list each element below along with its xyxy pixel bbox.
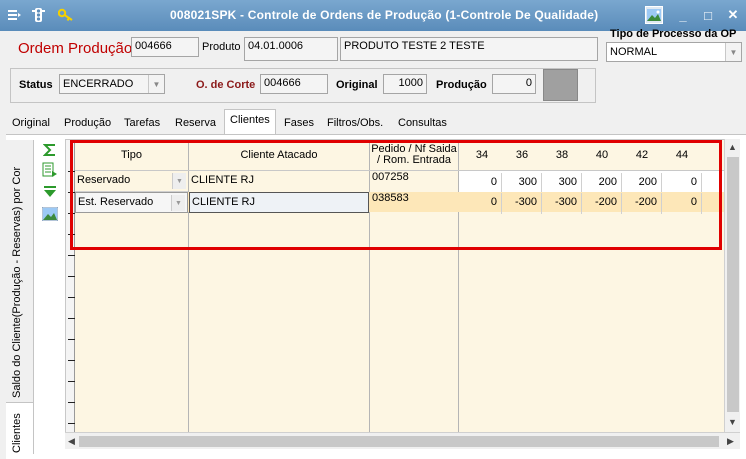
chevron-down-icon[interactable]: ▼ <box>148 75 164 93</box>
cell-pedido[interactable]: 038583 <box>370 192 458 213</box>
tab-filtros-obs[interactable]: Filtros/Obs. <box>321 112 389 134</box>
producao-field[interactable]: 0 <box>492 74 536 94</box>
scroll-up-icon[interactable]: ▲ <box>728 142 737 152</box>
cell-size-34[interactable]: 0 <box>459 173 502 194</box>
picture-icon[interactable] <box>42 206 58 222</box>
maximize-button[interactable]: □ <box>697 5 719 25</box>
cell-size-40[interactable]: -200 <box>582 193 622 214</box>
window-title: 008021SPK - Controle de Ordens de Produç… <box>170 8 599 22</box>
tipo-processo-select[interactable]: NORMAL ▼ <box>606 42 742 62</box>
tab-fases[interactable]: Fases <box>278 112 320 134</box>
picture-icon[interactable] <box>645 6 663 24</box>
produto-description-field[interactable]: PRODUTO TESTE 2 TESTE <box>340 37 598 61</box>
close-button[interactable]: ✕ <box>722 5 744 25</box>
minimize-button[interactable]: _ <box>672 5 694 25</box>
row-indicator-column <box>66 140 75 448</box>
col-header-pedido[interactable]: Pedido / Nf Saida / Rom. Entrada <box>370 140 458 170</box>
produto-code-field[interactable]: 04.01.0006 <box>244 37 338 61</box>
status-select[interactable]: ENCERRADO ▼ <box>59 74 165 94</box>
clientes-grid[interactable]: Tipo Cliente Atacado Pedido / Nf Saida /… <box>65 139 725 449</box>
traffic-light-icon[interactable] <box>30 7 46 23</box>
corte-label: O. de Corte <box>196 79 256 91</box>
scroll-thumb[interactable] <box>79 436 719 447</box>
cell-cliente[interactable]: CLIENTE RJ <box>189 171 369 192</box>
producao-label: Produção <box>436 79 487 91</box>
cell-tipo[interactable]: Est. Reservado ▼ <box>75 192 188 213</box>
table-row[interactable]: Est. Reservado ▼ CLIENTE RJ 038583 0 -30… <box>75 192 724 214</box>
color-swatch[interactable] <box>543 69 578 101</box>
vtab-clientes-label: Clientes <box>11 413 23 453</box>
sum-icon[interactable] <box>42 142 58 158</box>
tab-consultas[interactable]: Consultas <box>392 112 453 134</box>
cell-size-40[interactable]: 200 <box>582 173 622 194</box>
cell-size-42[interactable]: 200 <box>622 173 662 194</box>
cell-size-42[interactable]: -200 <box>622 193 662 214</box>
vtab-saldo-label: Saldo do Cliente(Produção - Reservas) po… <box>11 166 23 398</box>
col-header-size-40[interactable]: 40 <box>582 140 622 170</box>
cell-size-36[interactable]: -300 <box>502 193 542 214</box>
original-field[interactable]: 1000 <box>383 74 427 94</box>
cell-size-34[interactable]: 0 <box>459 193 502 214</box>
original-label: Original <box>336 79 378 91</box>
tab-reserva[interactable]: Reserva <box>169 112 222 134</box>
scroll-thumb[interactable] <box>727 157 739 412</box>
key-icon[interactable] <box>58 7 74 23</box>
horizontal-scrollbar[interactable]: ◀ ▶ <box>65 432 740 449</box>
status-label: Status <box>19 79 53 91</box>
tipo-processo-label: Tipo de Processo da OP <box>610 28 737 40</box>
col-header-pedido-line2: / Rom. Entrada <box>377 154 451 166</box>
cell-pedido[interactable]: 007258 <box>370 171 458 192</box>
scroll-left-icon[interactable]: ◀ <box>68 436 75 447</box>
ordem-producao-field[interactable]: 004666 <box>131 37 199 57</box>
menu-icon[interactable] <box>6 7 22 23</box>
corte-field[interactable]: 004666 <box>260 74 328 94</box>
cell-size-36[interactable]: 300 <box>502 173 542 194</box>
table-row[interactable]: Reservado ▼ CLIENTE RJ 007258 0 300 300 … <box>75 171 724 194</box>
cell-size-44[interactable]: 0 <box>662 173 702 194</box>
ordem-producao-label: Ordem Produção <box>18 40 133 57</box>
vtab-clientes[interactable]: Clientes <box>6 402 34 454</box>
produto-label: Produto <box>202 41 241 53</box>
list-export-icon[interactable] <box>42 162 58 178</box>
chevron-down-icon[interactable]: ▼ <box>171 195 185 211</box>
tab-tarefas[interactable]: Tarefas <box>118 112 166 134</box>
scroll-right-icon[interactable]: ▶ <box>727 436 734 447</box>
cell-tipo-value: Reservado <box>77 174 131 186</box>
col-header-size-38[interactable]: 38 <box>542 140 582 170</box>
cell-cliente[interactable]: CLIENTE RJ <box>189 192 369 213</box>
tab-original[interactable]: Original <box>6 112 56 134</box>
cell-tipo-value: Est. Reservado <box>78 196 154 208</box>
col-header-size-36[interactable]: 36 <box>502 140 542 170</box>
col-header-size-34[interactable]: 34 <box>462 140 502 170</box>
col-header-size-42[interactable]: 42 <box>622 140 662 170</box>
vtab-saldo-cliente[interactable]: Saldo do Cliente(Produção - Reservas) po… <box>6 140 34 402</box>
tab-clientes[interactable]: Clientes <box>224 109 276 134</box>
tab-producao[interactable]: Produção <box>58 112 117 134</box>
cell-size-38[interactable]: 300 <box>542 173 582 194</box>
chevron-down-icon[interactable]: ▼ <box>725 43 741 61</box>
col-header-tipo[interactable]: Tipo <box>75 140 188 170</box>
tipo-processo-value: NORMAL <box>610 46 658 58</box>
status-value: ENCERRADO <box>63 78 134 90</box>
scroll-down-icon[interactable]: ▼ <box>728 417 737 427</box>
cell-size-44[interactable]: 0 <box>662 193 702 214</box>
chevron-down-icon[interactable]: ▼ <box>172 173 186 189</box>
cell-size-38[interactable]: -300 <box>542 193 582 214</box>
col-header-cliente[interactable]: Cliente Atacado <box>189 140 369 170</box>
vertical-scrollbar[interactable]: ▲ ▼ <box>724 139 740 432</box>
cell-tipo[interactable]: Reservado ▼ <box>75 171 188 192</box>
collapse-down-icon[interactable] <box>42 184 58 200</box>
col-header-size-44[interactable]: 44 <box>662 140 702 170</box>
title-bar: 008021SPK - Controle de Ordens de Produç… <box>0 0 746 31</box>
